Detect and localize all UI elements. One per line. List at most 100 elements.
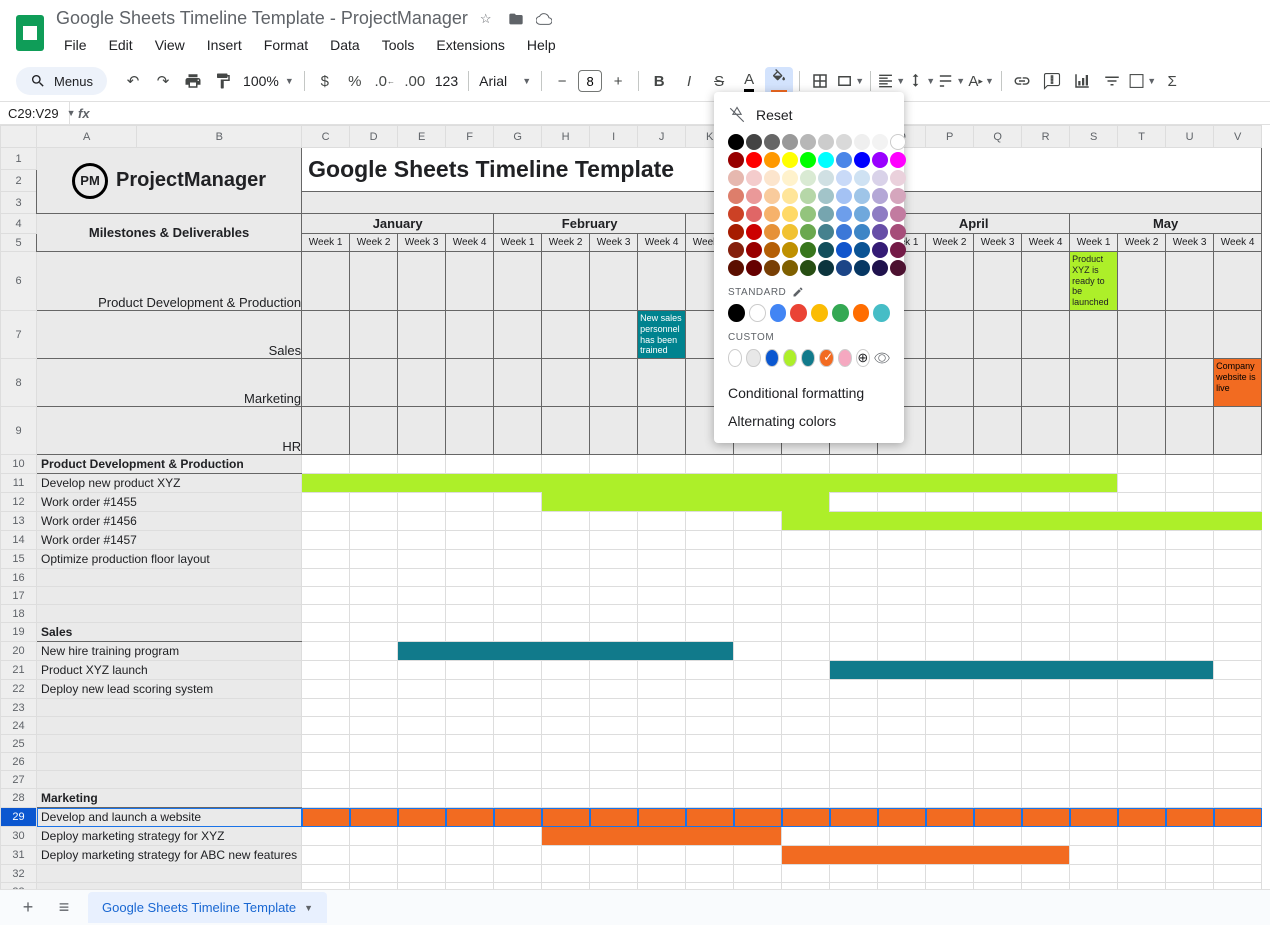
color-swatch[interactable] <box>854 206 870 222</box>
gantt-bar[interactable] <box>542 827 590 846</box>
gantt-bar[interactable] <box>1022 808 1070 827</box>
color-swatch[interactable] <box>782 242 798 258</box>
color-swatch[interactable] <box>782 206 798 222</box>
gantt-bar[interactable] <box>446 474 494 493</box>
task-label[interactable]: Develop and launch a website <box>37 808 302 827</box>
month-header[interactable]: May <box>1070 214 1262 234</box>
color-swatch[interactable] <box>728 206 744 222</box>
filter-button[interactable] <box>1098 67 1126 95</box>
menu-edit[interactable]: Edit <box>101 33 141 57</box>
gantt-bar[interactable] <box>1118 808 1166 827</box>
color-swatch[interactable] <box>782 134 798 150</box>
color-swatch[interactable] <box>890 206 906 222</box>
decrease-decimal-button[interactable]: .0← <box>371 67 399 95</box>
borders-button[interactable] <box>806 67 834 95</box>
col-header[interactable]: U <box>1166 126 1214 148</box>
gantt-bar[interactable] <box>686 474 734 493</box>
task-label[interactable]: Sales <box>37 623 302 642</box>
task-label[interactable]: Optimize production floor layout <box>37 550 302 569</box>
color-swatch[interactable] <box>818 260 834 276</box>
color-swatch[interactable] <box>836 224 852 240</box>
task-label[interactable]: Develop new product XYZ <box>37 474 302 493</box>
color-swatch[interactable] <box>728 260 744 276</box>
color-swatch[interactable] <box>800 206 816 222</box>
more-formats-button[interactable]: 123 <box>431 73 462 89</box>
menu-file[interactable]: File <box>56 33 95 57</box>
task-label[interactable] <box>37 587 302 605</box>
gantt-bar[interactable] <box>1214 808 1262 827</box>
standard-color-swatch[interactable] <box>832 304 849 322</box>
color-swatch[interactable] <box>872 206 888 222</box>
task-label[interactable]: Deploy marketing strategy for ABC new fe… <box>37 846 302 865</box>
col-header[interactable]: S <box>1070 126 1118 148</box>
gantt-bar[interactable] <box>542 474 590 493</box>
task-label[interactable]: Work order #1455 <box>37 493 302 512</box>
menu-help[interactable]: Help <box>519 33 564 57</box>
color-swatch[interactable] <box>854 134 870 150</box>
gantt-bar[interactable] <box>878 474 926 493</box>
gantt-bar[interactable] <box>878 808 926 827</box>
col-header[interactable]: R <box>1022 126 1070 148</box>
color-swatch[interactable] <box>818 188 834 204</box>
menu-data[interactable]: Data <box>322 33 368 57</box>
gantt-bar[interactable] <box>830 512 878 531</box>
zoom-dropdown[interactable]: 100%▼ <box>239 73 298 89</box>
col-header[interactable]: P <box>926 126 974 148</box>
gantt-bar[interactable] <box>494 808 542 827</box>
menu-insert[interactable]: Insert <box>199 33 250 57</box>
color-swatch[interactable] <box>764 188 780 204</box>
gantt-bar[interactable] <box>1214 512 1262 531</box>
milestone-sales-new[interactable]: New sales personnel has been trained <box>638 310 686 358</box>
color-swatch[interactable] <box>746 152 762 168</box>
menu-view[interactable]: View <box>147 33 193 57</box>
task-label[interactable]: Deploy marketing strategy for XYZ <box>37 827 302 846</box>
color-swatch[interactable] <box>818 134 834 150</box>
color-swatch[interactable] <box>746 134 762 150</box>
custom-color-swatch[interactable] <box>728 349 742 367</box>
col-header[interactable]: T <box>1118 126 1166 148</box>
custom-color-swatch[interactable] <box>838 349 852 367</box>
gantt-bar[interactable] <box>974 846 1022 865</box>
gantt-bar[interactable] <box>926 474 974 493</box>
milestone-website-live[interactable]: Company website is live <box>1214 359 1262 407</box>
conditional-formatting-button[interactable]: Conditional formatting <box>714 379 904 407</box>
gantt-bar[interactable] <box>638 827 686 846</box>
task-label[interactable]: New hire training program <box>37 642 302 661</box>
gantt-bar[interactable] <box>1070 661 1118 680</box>
bold-button[interactable]: B <box>645 67 673 95</box>
print-button[interactable] <box>179 67 207 95</box>
gantt-bar[interactable] <box>542 493 590 512</box>
gantt-bar[interactable] <box>686 827 734 846</box>
color-swatch[interactable] <box>836 134 852 150</box>
gantt-bar[interactable] <box>302 474 350 493</box>
sheets-logo-icon[interactable] <box>16 15 44 51</box>
gantt-bar[interactable] <box>1022 474 1070 493</box>
milestones-header[interactable]: Milestones & Deliverables <box>37 214 302 252</box>
color-swatch[interactable] <box>764 152 780 168</box>
color-swatch[interactable] <box>728 170 744 186</box>
increase-font-button[interactable]: + <box>604 67 632 95</box>
italic-button[interactable]: I <box>675 67 703 95</box>
standard-color-swatch[interactable] <box>728 304 745 322</box>
star-icon[interactable]: ☆ <box>480 11 496 27</box>
gantt-bar[interactable] <box>638 474 686 493</box>
color-swatch[interactable] <box>782 170 798 186</box>
name-box[interactable]: C29:V29▼ <box>0 102 70 124</box>
task-label[interactable] <box>37 569 302 587</box>
color-swatch[interactable] <box>818 170 834 186</box>
color-swatch[interactable] <box>728 134 744 150</box>
custom-color-swatch[interactable] <box>765 349 779 367</box>
gantt-bar[interactable] <box>1070 474 1118 493</box>
color-swatch[interactable] <box>800 242 816 258</box>
alternating-colors-button[interactable]: Alternating colors <box>714 407 904 435</box>
color-swatch[interactable] <box>836 206 852 222</box>
color-swatch[interactable] <box>746 224 762 240</box>
wrap-button[interactable]: ▼ <box>937 67 965 95</box>
color-swatch[interactable] <box>782 224 798 240</box>
color-swatch[interactable] <box>818 242 834 258</box>
gantt-bar[interactable] <box>686 493 734 512</box>
gantt-bar[interactable] <box>638 493 686 512</box>
month-header[interactable]: January <box>302 214 494 234</box>
task-label[interactable]: Product XYZ launch <box>37 661 302 680</box>
gantt-bar[interactable] <box>782 846 830 865</box>
